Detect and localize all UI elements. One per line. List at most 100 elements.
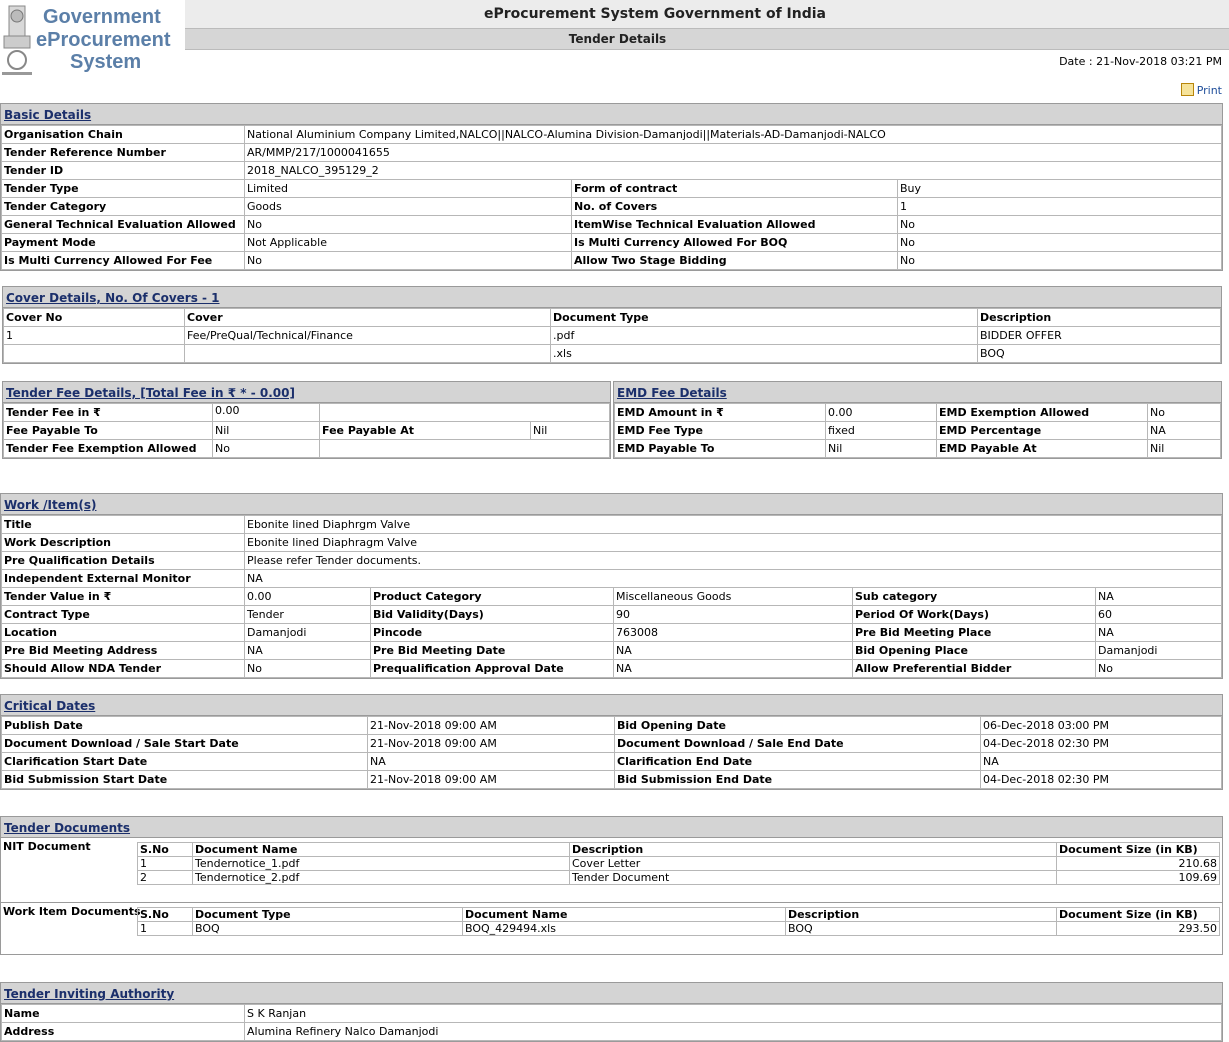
field-value: Nil (825, 439, 937, 458)
field-label: EMD Fee Type (614, 421, 826, 440)
field-label: Payment Mode (1, 233, 245, 252)
section-title: EMD Fee Details (614, 382, 1221, 403)
field-label: Prequalification Approval Date (370, 659, 614, 678)
table-row: 1 BOQ BOQ_429494.xls BOQ 293.50 (137, 921, 1220, 936)
table-row: Publish Date 21-Nov-2018 09:00 AM Bid Open… (1, 716, 1222, 735)
field-value: 763008 (613, 623, 853, 642)
field-label: Tender Fee in ₹ (3, 403, 213, 422)
field-label: Form of contract (571, 179, 898, 198)
field-label: Bid Submission End Date (614, 770, 981, 789)
tender-inviting-authority-section: Tender Inviting Authority Name S K Ranjan… (0, 982, 1223, 1042)
field-value: 04-Dec-2018 02:30 PM (980, 770, 1222, 789)
table-cell: 1 (137, 921, 193, 936)
field-value: 21-Nov-2018 09:00 AM (367, 734, 615, 753)
field-value: 0.00 (244, 587, 371, 606)
section-title: Tender Documents (1, 817, 1222, 838)
section-title: Tender Inviting Authority (1, 983, 1222, 1004)
table-cell: 1 (3, 326, 185, 345)
table-row: Tender Type Limited Form of contract Buy (1, 179, 1222, 198)
field-label: Product Category (370, 587, 614, 606)
table-row: .xls BOQ (3, 344, 1221, 363)
table-row: Tender Reference Number AR/MMP/217/100004… (1, 143, 1222, 162)
table-row: Contract Type Tender Bid Validity(Days) 90 P… (1, 605, 1222, 624)
field-label: Tender Value in ₹ (1, 587, 245, 606)
field-label: Bid Validity(Days) (370, 605, 614, 624)
table-row: Location Damanjodi Pincode 763008 Pre Bid Me… (1, 623, 1222, 642)
field-label: Address (1, 1022, 245, 1041)
column-header: Description (569, 842, 1057, 857)
document-link[interactable]: Tendernotice_1.pdf (192, 856, 570, 871)
field-value: 21-Nov-2018 09:00 AM (367, 716, 615, 735)
table-row: Organisation Chain National Aluminium Com… (1, 125, 1222, 144)
section-title: Cover Details, No. Of Covers - 1 (3, 287, 1221, 308)
table-row: Pre Bid Meeting Address NA Pre Bid Meeting… (1, 641, 1222, 660)
table-row: Tender Fee Exemption Allowed No (3, 439, 610, 458)
field-value: NA (613, 659, 853, 678)
section-title: Critical Dates (1, 695, 1222, 716)
table-header-row: S.No Document Name Description Document Siz… (137, 842, 1220, 857)
field-label: Tender Reference Number (1, 143, 245, 162)
field-label: EMD Exemption Allowed (936, 403, 1148, 422)
field-label: No. of Covers (571, 197, 898, 216)
nit-document-block: NIT Document S.No Document Name Descriptio… (1, 838, 1222, 903)
field-value: No (897, 233, 1222, 252)
table-row: Address Alumina Refinery Nalco Damanjodi (1, 1022, 1222, 1041)
table-cell: BOQ (785, 921, 1057, 936)
cover-details-table: Cover No Cover Document Type Description 1F… (3, 308, 1221, 363)
field-label: Bid Opening Date (614, 716, 981, 735)
field-value: Nil (530, 421, 610, 440)
field-label: Should Allow NDA Tender (1, 659, 245, 678)
field-label: Publish Date (1, 716, 368, 735)
field-value: NA (1095, 623, 1222, 642)
column-header: Description (785, 907, 1057, 922)
field-label: EMD Payable To (614, 439, 826, 458)
field-value: Limited (244, 179, 572, 198)
section-title: Work /Item(s) (1, 494, 1222, 515)
field-label: ItemWise Technical Evaluation Allowed (571, 215, 898, 234)
field-value: No (244, 215, 572, 234)
field-value: 04-Dec-2018 02:30 PM (980, 734, 1222, 753)
printer-icon (1180, 83, 1194, 96)
document-link[interactable]: BOQ_429494.xls (462, 921, 786, 936)
field-value: Damanjodi (1095, 641, 1222, 660)
empty-cell (319, 403, 610, 422)
table-cell: BOQ (192, 921, 463, 936)
column-header: Document Type (192, 907, 463, 922)
field-value: 0.00 (825, 403, 937, 422)
field-value: NA (1095, 587, 1222, 606)
table-row: 1 Fee/PreQual/Technical/Finance .pdf BIDDER… (3, 326, 1221, 345)
table-row: Tender Value in ₹0.00 Product Category Mis… (1, 587, 1222, 606)
field-label: Bid Submission Start Date (1, 770, 368, 789)
table-cell: 1 (137, 856, 193, 871)
field-value: 21-Nov-2018 09:00 AM (367, 770, 615, 789)
field-label: Allow Two Stage Bidding (571, 251, 898, 270)
field-label: Title (1, 515, 245, 534)
field-label: Clarification Start Date (1, 752, 368, 771)
field-value: No (244, 659, 371, 678)
print-link[interactable]: Print (1180, 83, 1222, 97)
table-cell: 109.69 (1056, 870, 1220, 885)
table-cell: .pdf (550, 326, 978, 345)
field-value: NA (244, 569, 1222, 588)
field-value: No (897, 215, 1222, 234)
table-header-row: Cover No Cover Document Type Description (3, 308, 1221, 327)
tender-fee-section: Tender Fee Details, [Total Fee in ₹ * - … (2, 381, 611, 459)
logo-line-2: eProcurement (36, 29, 171, 51)
field-label: Sub category (852, 587, 1096, 606)
tender-documents-section: Tender Documents NIT Document S.No Docume… (0, 816, 1223, 955)
print-label: Print (1196, 84, 1222, 97)
field-value: Alumina Refinery Nalco Damanjodi (244, 1022, 1222, 1041)
document-link[interactable]: Tendernotice_2.pdf (192, 870, 570, 885)
table-row: General Technical Evaluation Allowed No It… (1, 215, 1222, 234)
field-value: NA (1147, 421, 1221, 440)
cover-details-section: Cover Details, No. Of Covers - 1 Cover N… (2, 286, 1222, 364)
section-title: Tender Fee Details, [Total Fee in ₹ * - … (3, 382, 610, 403)
field-label: EMD Payable At (936, 439, 1148, 458)
field-value: S K Ranjan (244, 1004, 1222, 1023)
table-row: Document Download / Sale Start Date 21-No… (1, 734, 1222, 753)
table-cell: Fee/PreQual/Technical/Finance (184, 326, 551, 345)
critical-dates-section: Critical Dates Publish Date 21-Nov-2018 0… (0, 694, 1223, 790)
field-label: Is Multi Currency Allowed For Fee (1, 251, 245, 270)
current-date: Date : 21-Nov-2018 03:21 PM (1059, 55, 1222, 68)
field-value: NA (244, 641, 371, 660)
